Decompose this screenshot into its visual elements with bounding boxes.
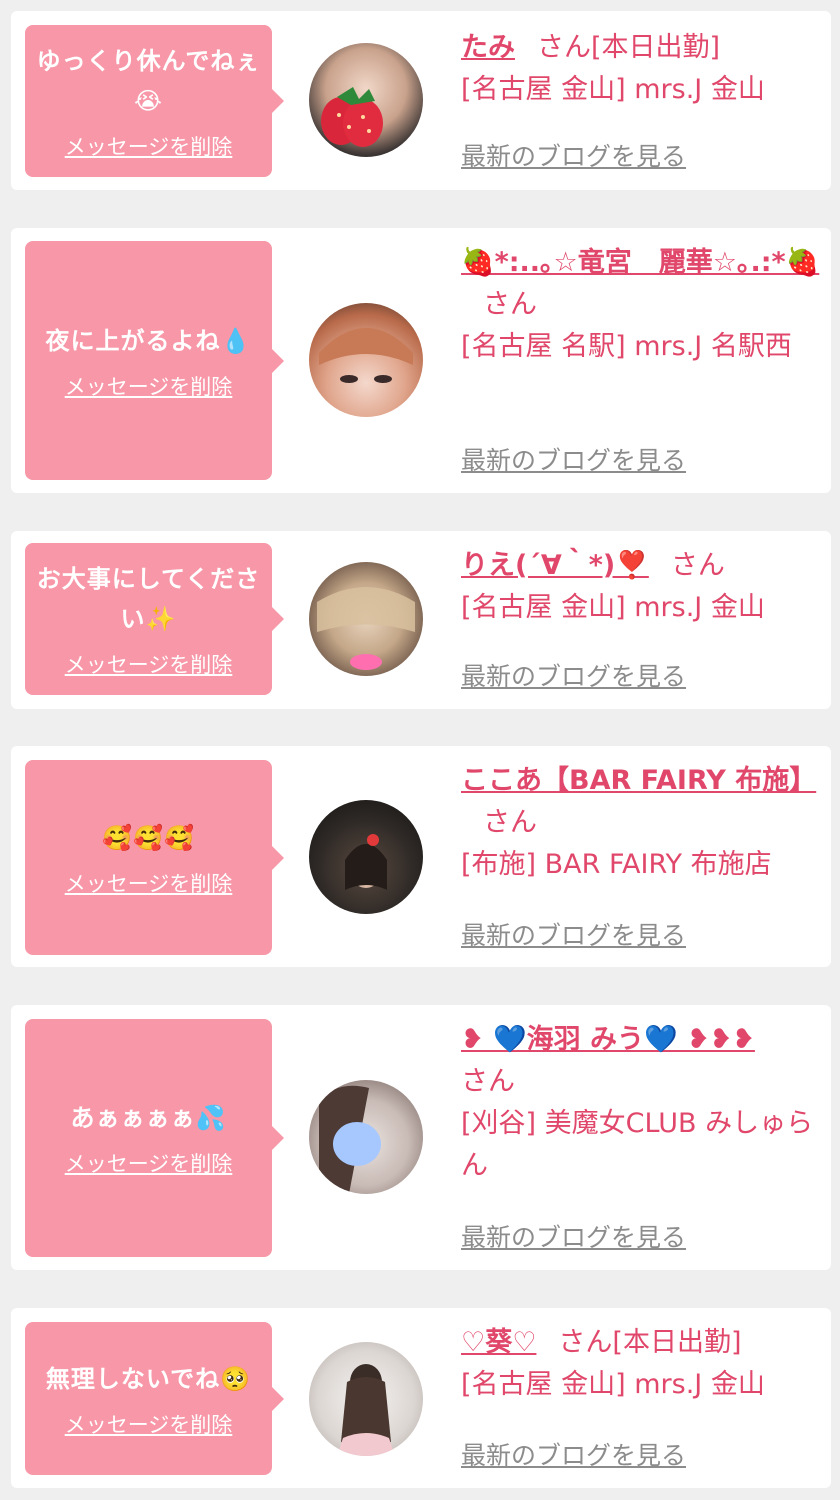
avatar[interactable] [309,303,423,417]
cast-info: ❥ 💙海羽 みう💙 ❥❥❥ さん [刈谷] 美魔女CLUB みしゅらん [461,1019,821,1187]
message-bubble: 🥰🥰🥰 メッセージを削除 [25,760,284,955]
message-bubble: あぁぁぁぁ💦 メッセージを削除 [25,1019,284,1257]
avatar[interactable] [309,562,423,676]
message-text: あぁぁぁぁ💦 [70,1104,227,1132]
avatar[interactable] [309,1342,423,1456]
shop-name: [名古屋 名駅] mrs.J 名駅西 [461,331,792,362]
message-card: 無理しないでね🥺 メッセージを削除 ♡葵♡ さん[本日出勤] [名古屋 金山] m… [11,1308,831,1488]
san-suffix: さん [461,1066,515,1097]
cast-name-link[interactable]: ❥ 💙海羽 みう💙 ❥❥❥ [461,1024,755,1055]
message-text: ゆっくり休んでねぇ😭 [36,47,261,115]
message-card: あぁぁぁぁ💦 メッセージを削除 ❥ 💙海羽 みう💙 ❥❥❥ さん [刈谷] 美魔… [11,1005,831,1270]
shop-name: [刈谷] 美魔女CLUB みしゅらん [461,1108,814,1181]
latest-blog-link[interactable]: 最新のブログを見る [461,441,686,477]
san-suffix: さん [483,289,537,320]
delete-message-link[interactable]: メッセージを削除 [65,131,233,161]
san-suffix: さん [483,807,537,838]
cast-info: 🍓*:..｡☆竜宮 麗華☆｡.:*🍓 さん [名古屋 名駅] mrs.J 名駅西 [461,242,821,368]
message-card: お大事にしてください✨ メッセージを削除 りえ(´∀｀*)❣️ さん [名古屋 金… [11,531,831,709]
cast-info: りえ(´∀｀*)❣️ さん [名古屋 金山] mrs.J 金山 [461,545,821,629]
cast-name-link[interactable]: 🍓*:..｡☆竜宮 麗華☆｡.:*🍓 [461,247,819,278]
delete-message-link[interactable]: メッセージを削除 [65,1409,233,1439]
cast-name-link[interactable]: たみ [461,32,515,63]
message-bubble: 無理しないでね🥺 メッセージを削除 [25,1322,284,1475]
strawberry-sticker-icon [321,87,383,147]
delete-message-link[interactable]: メッセージを削除 [65,1148,233,1178]
san-suffix: さん [670,550,725,581]
long-hair-back-photo-icon [337,1364,395,1456]
latest-blog-link[interactable]: 最新のブログを見る [461,657,686,693]
message-bubble: お大事にしてください✨ メッセージを削除 [25,543,284,695]
blurred-face-photo-icon [319,1085,381,1194]
status-badge: [本日出勤] [612,1327,742,1358]
cast-name-link[interactable]: ここあ【BAR FAIRY 布施】 [461,765,816,796]
delete-message-link[interactable]: メッセージを削除 [65,868,233,898]
cast-info: たみ さん[本日出勤] [名古屋 金山] mrs.J 金山 [461,27,821,111]
blonde-hair-photo-icon [317,587,415,670]
message-text: 夜に上がるよね💧 [45,326,252,355]
message-bubble: 夜に上がるよね💧 メッセージを削除 [25,241,284,480]
shop-name: [名古屋 金山] mrs.J 金山 [461,592,765,623]
san-suffix: さん [558,1327,613,1358]
shop-name: [名古屋 金山] mrs.J 金山 [461,74,765,105]
cast-name-link[interactable]: りえ(´∀｀*)❣️ [461,550,649,581]
avatar[interactable] [309,43,423,157]
message-text: 無理しないでね🥺 [45,1364,252,1393]
status-badge: [本日出勤] [591,32,721,63]
delete-message-link[interactable]: メッセージを削除 [65,649,233,679]
avatar[interactable] [309,1080,423,1194]
delete-message-link[interactable]: メッセージを削除 [65,371,233,401]
shop-name: [名古屋 金山] mrs.J 金山 [461,1369,765,1400]
message-card: 夜に上がるよね💧 メッセージを削除 🍓*:..｡☆竜宮 麗華☆｡.:*🍓 さん [… [11,228,831,493]
message-card: ゆっくり休んでねぇ😭 メッセージを削除 たみ さん[本日出勤] [名古屋 金山] … [11,11,831,190]
cast-name-link[interactable]: ♡葵♡ [461,1327,536,1358]
avatar[interactable] [309,800,423,914]
latest-blog-link[interactable]: 最新のブログを見る [461,137,686,173]
message-text: 🥰🥰🥰 [102,823,195,852]
san-suffix: さん [537,32,591,63]
latest-blog-link[interactable]: 最新のブログを見る [461,1218,686,1254]
message-bubble: ゆっくり休んでねぇ😭 メッセージを削除 [25,25,284,177]
message-card: 🥰🥰🥰 メッセージを削除 ここあ【BAR FAIRY 布施】さん [布施] BA… [11,746,831,967]
message-text: お大事にしてください✨ [36,565,261,633]
shop-name: [布施] BAR FAIRY 布施店 [461,849,772,880]
dark-room-photo-icon [345,834,387,890]
cast-info: ♡葵♡ さん[本日出勤] [名古屋 金山] mrs.J 金山 [461,1322,821,1406]
latest-blog-link[interactable]: 最新のブログを見る [461,1436,686,1472]
bangs-photo-icon [319,328,413,383]
latest-blog-link[interactable]: 最新のブログを見る [461,916,686,952]
cast-info: ここあ【BAR FAIRY 布施】さん [布施] BAR FAIRY 布施店 [461,760,821,886]
